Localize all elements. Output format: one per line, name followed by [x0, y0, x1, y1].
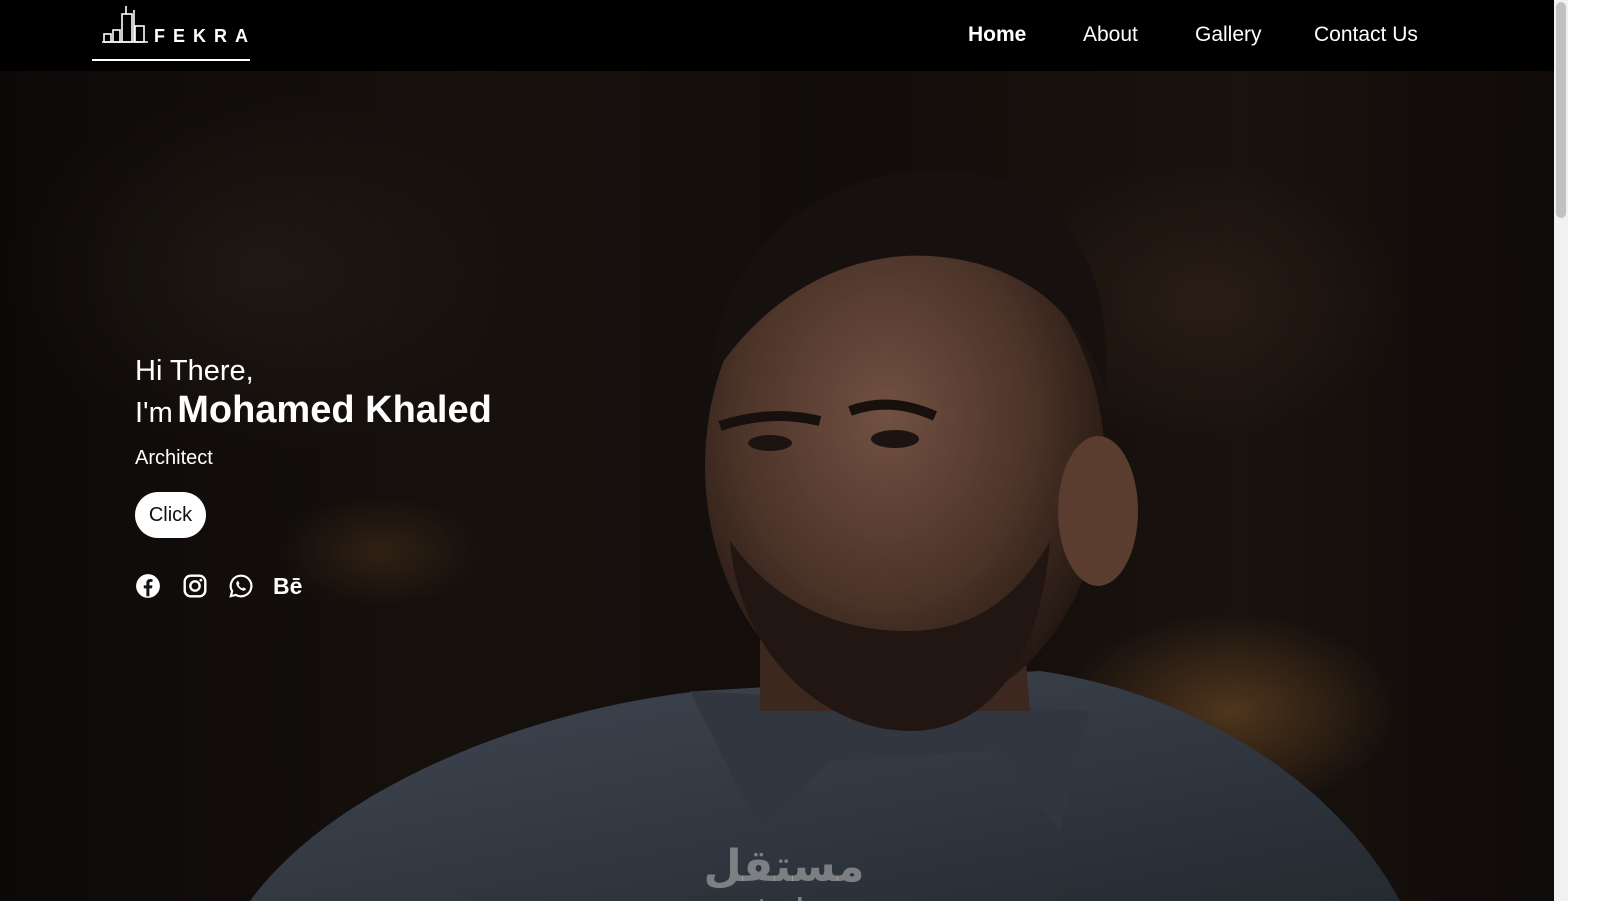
- whatsapp-icon[interactable]: [228, 573, 254, 599]
- nav-contact-us[interactable]: Contact Us: [1314, 22, 1418, 48]
- hero-section: Hi There, I'm Mohamed Khaled Architect C…: [0, 71, 1554, 901]
- click-button[interactable]: Click: [135, 492, 206, 538]
- nav-about[interactable]: About: [1083, 22, 1138, 48]
- top-navbar: FEKRA Home About Gallery Contact Us: [0, 0, 1554, 71]
- nav-gallery[interactable]: Gallery: [1195, 22, 1262, 48]
- hero-portrait-image: [0, 71, 1554, 901]
- watermark-arabic: مستقل: [703, 841, 865, 892]
- buildings-icon: [102, 6, 148, 43]
- hero-role: Architect: [135, 447, 213, 469]
- page-scrollbar[interactable]: [1554, 0, 1568, 901]
- facebook-icon[interactable]: [135, 573, 161, 599]
- instagram-icon[interactable]: [182, 573, 208, 599]
- brand-logo[interactable]: FEKRA: [92, 0, 250, 61]
- hero-im-prefix: I'm: [135, 397, 173, 429]
- hero-intro-line: I'm Mohamed Khaled: [135, 389, 492, 432]
- hero-name: Mohamed Khaled: [177, 389, 492, 431]
- watermark-latin: mostaql.com: [688, 893, 880, 901]
- window-edge: [1568, 0, 1608, 901]
- behance-icon[interactable]: Bē: [273, 573, 302, 599]
- brand-name: FEKRA: [154, 26, 256, 46]
- hero-greeting: Hi There,: [135, 355, 254, 387]
- nav-home[interactable]: Home: [968, 22, 1026, 48]
- mostaql-watermark: مستقل mostaql.com: [688, 841, 880, 901]
- scrollbar-thumb[interactable]: [1556, 2, 1566, 218]
